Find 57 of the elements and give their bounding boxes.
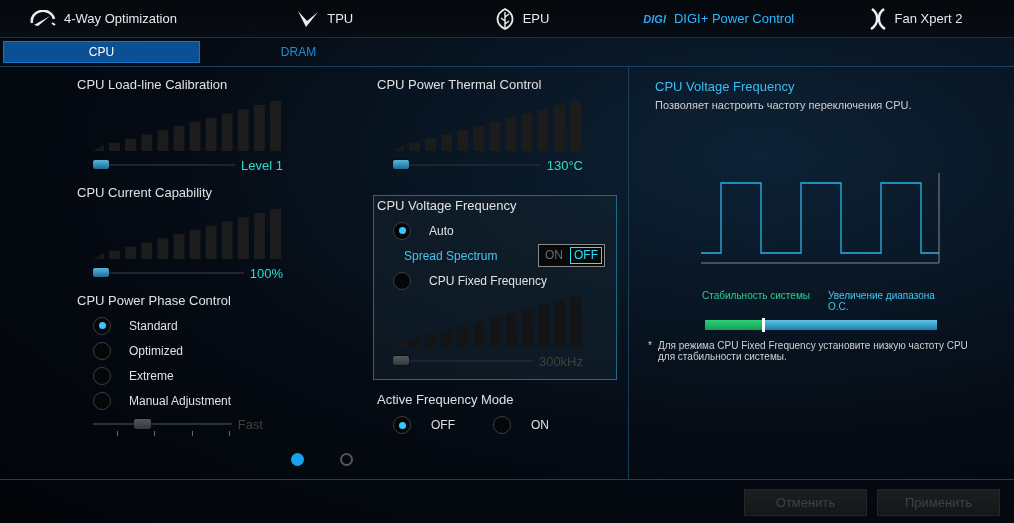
option-label: ON [531,418,549,432]
section-title: CPU Power Phase Control [77,293,232,310]
slider-thumb[interactable] [393,160,409,169]
radio-button[interactable] [393,271,411,290]
leaf-icon [494,7,515,30]
toggle-option[interactable]: ON [541,247,567,264]
section-title: CPU Voltage Frequency [377,198,518,215]
description-text: Позволяет настроить частоту переключения CPU. [655,99,913,111]
nav-label: 4-Way Optimization [64,11,177,26]
nav-tab[interactable]: TPU [226,8,424,29]
nav-tab[interactable]: 4-Way Optimization [0,9,227,28]
radio-button[interactable] [493,416,511,434]
scale-label: Увеличение диапазона О.С. [828,290,936,312]
section-title: CPU Power Thermal Control [377,77,543,94]
value-readout: Fast [237,416,263,432]
radio-button[interactable] [93,316,111,335]
radio-button[interactable] [393,416,411,434]
fan-blade-icon [868,7,887,30]
footnote-text: Для режима CPU Fixed Frequency установите низкую частоту CPU для стабильности системы. [658,340,969,362]
gauge-icon [30,9,56,28]
section-title: CPU Load-line Calibration [77,77,229,94]
value-readout: Level 1 [241,157,283,173]
option-label: Auto [429,223,454,238]
scale-label: Стабильность системы [702,290,811,303]
toggle-option[interactable]: OFF [570,247,602,264]
option-label: Optimized [129,343,184,358]
slider-thumb[interactable] [93,160,109,169]
footnote-mark: * [648,340,653,353]
scale-fill [705,320,763,330]
option-label: CPU Fixed Frequency [429,273,548,288]
nav-label: Fan Xpert 2 [894,11,963,26]
nav-label: DIGI+ Power Control [673,11,795,26]
radio-button[interactable] [93,341,111,360]
option-label: OFF [431,418,455,432]
nav-label: EPU [522,11,550,26]
page-dot[interactable] [291,453,304,466]
digi-logo: DIGI [643,12,666,25]
section-title: CPU Current Capability [77,185,214,202]
nav-tab[interactable]: EPU [423,7,621,30]
nav-tab[interactable]: DIGI DIGI+ Power Control [620,11,818,26]
section-title: Active Frequency Mode [377,392,515,409]
option-label: Standard [129,318,178,333]
radio-button[interactable] [93,391,111,410]
nav-label: TPU [327,11,354,26]
sub-tab[interactable]: CPU [3,41,200,63]
radio-button[interactable] [93,366,111,385]
sub-tab[interactable]: DRAM [200,41,397,63]
slider-thumb[interactable] [93,268,109,277]
page-dot[interactable] [340,453,353,466]
nav-tab[interactable]: Fan Xpert 2 [817,7,1014,30]
option-label: Manual Adjustment [129,393,232,408]
option-label: Spread Spectrum [404,248,499,263]
value-readout: 130°C [546,157,583,173]
info-title: CPU Voltage Frequency [655,79,796,96]
value-readout: 100% [249,265,283,281]
option-label: Extreme [129,368,174,383]
radio-button[interactable] [393,221,411,240]
